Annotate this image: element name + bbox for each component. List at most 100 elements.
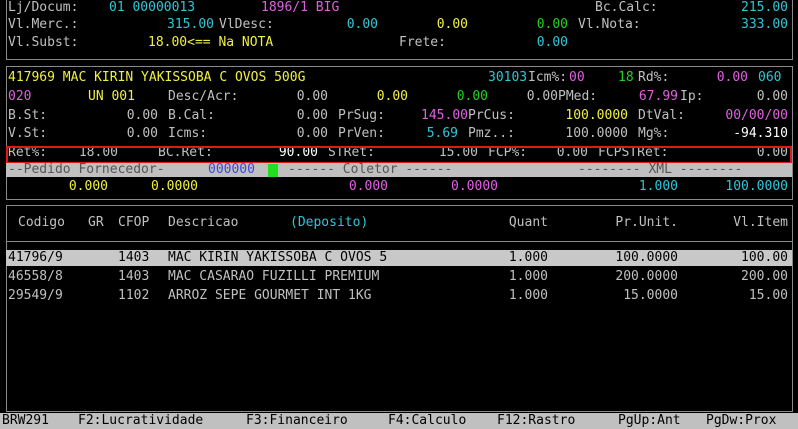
desc-acr-label: Desc/Acr:: [168, 89, 239, 104]
desc-acr-value-2: 0.00: [376, 89, 408, 104]
prven-label: PrVen:: [338, 126, 385, 141]
item-line-1: 417969 MAC KIRIN YAKISSOBA C OVOS 500G 3…: [0, 70, 798, 86]
coletor-value-1: 0.000: [348, 179, 388, 194]
bst-value: 0.00: [126, 108, 158, 123]
row-vl-item: 15.00: [748, 288, 788, 303]
vl-subst-label: Vl.Subst:: [8, 35, 79, 50]
pmed-label: PMed:: [558, 89, 598, 104]
prven-value: 5.69: [426, 126, 458, 141]
vst-value: 0.00: [126, 126, 158, 141]
item-unit: UN 001: [88, 89, 135, 104]
prsug-value: 145.00: [421, 108, 468, 123]
row-quant: 1.000: [508, 288, 548, 303]
mg-label: Mg%:: [638, 126, 670, 141]
item-trail-code: 060: [758, 70, 782, 85]
bcal-value: 0.00: [296, 108, 328, 123]
pgup-prev-key[interactable]: PgUp:Ant: [618, 413, 681, 429]
lj-docum-label: Lj/Docum:: [8, 0, 79, 15]
item-ncm: 30103: [488, 70, 528, 85]
vst-label: V.St:: [8, 126, 48, 141]
mg-value: -94.310: [733, 126, 788, 141]
frete-label: Frete:: [399, 35, 446, 50]
program-id: BRW291: [2, 413, 49, 428]
col-quant[interactable]: Quant: [468, 215, 548, 231]
row-vl-item: 200.00: [741, 269, 788, 284]
xml-value-1: 1.000: [638, 179, 678, 194]
table-row[interactable]: 41796/9 1403 MAC KIRIN YAKISSOBA C OVOS …: [0, 250, 798, 266]
f12-rastro-key[interactable]: F12:Rastro: [497, 413, 575, 429]
item-line-2: 020 UN 001 Desc/Acr: 0.00 0.00 0.00 0.00…: [0, 89, 798, 105]
pedido-value-2: 0.0000: [151, 179, 198, 194]
f2-lucratividade-key[interactable]: F2:Lucratividade: [78, 413, 203, 429]
bcal-label: B.Cal:: [168, 108, 215, 123]
desc-acr-value-4: 0.00: [526, 89, 558, 104]
vl-desc-value: 0.00: [346, 17, 378, 32]
item-line-4: V.St: 0.00 Icms: 0.00 PrVen: 5.69 Pmz..:…: [0, 126, 798, 142]
table-header: Codigo GR CFOP Descricao (Deposito) Quan…: [0, 215, 798, 231]
row-quant: 1.000: [508, 250, 548, 265]
dtval-label: DtVal:: [638, 108, 685, 123]
col-pr-unit[interactable]: Pr.Unit.: [578, 215, 678, 231]
row-pr-unit: 100.0000: [615, 250, 678, 265]
row-codigo: 46558/8: [8, 269, 63, 284]
table-row[interactable]: 29549/9 1102 ARROZ SEPE GOURMET INT 1KG …: [0, 288, 798, 304]
row-pr-unit: 200.0000: [615, 269, 678, 284]
row-descricao: MAC KIRIN YAKISSOBA C OVOS 5: [168, 250, 388, 265]
row-descricao: MAC CASARAO FUZILLI PREMIUM: [168, 269, 380, 284]
col-codigo[interactable]: Codigo: [18, 215, 65, 231]
row-descricao: ARROZ SEPE GOURMET INT 1KG: [168, 288, 372, 303]
vl-merc-value: 315.00: [167, 17, 214, 32]
pgdw-next-key[interactable]: PgDw:Prox: [706, 413, 776, 429]
row-codigo: 41796/9: [8, 250, 63, 265]
f3-financeiro-key[interactable]: F3:Financeiro: [246, 413, 348, 429]
row-cfop: 1403: [118, 269, 150, 284]
prcus-label: PrCus:: [468, 108, 515, 123]
col-descricao[interactable]: Descricao: [168, 215, 238, 231]
col-gr[interactable]: GR: [88, 215, 104, 231]
vl-desc-value-2: 0.00: [436, 17, 468, 32]
bc-calc-value: 215.00: [741, 0, 788, 15]
vl-desc-label: VlDesc:: [219, 17, 274, 32]
row-cfop: 1403: [118, 250, 150, 265]
rd-label: Rd%:: [638, 70, 670, 85]
pedido-value-1: 0.000: [68, 179, 108, 194]
item-code-description: 417969 MAC KIRIN YAKISSOBA C OVOS 500G: [8, 70, 306, 85]
bc-calc-label: Bc.Calc:: [595, 0, 658, 15]
xml-value-2: 100.0000: [725, 179, 788, 194]
function-key-bar: BRW291 F2:Lucratividade F3:Financeiro F4…: [0, 413, 798, 429]
row-pr-unit: 15.0000: [623, 288, 678, 303]
prsug-label: PrSug:: [338, 108, 385, 123]
row-cfop: 1102: [118, 288, 150, 303]
lj-docum-value: 01 00000013: [109, 0, 196, 15]
frete-value: 0.00: [536, 35, 568, 50]
item-cst: 020: [8, 89, 32, 104]
col-cfop[interactable]: CFOP: [118, 215, 149, 231]
icm-value: 00: [569, 70, 585, 85]
table-row[interactable]: 46558/8 1403 MAC CASARAO FUZILLI PREMIUM…: [0, 269, 798, 285]
col-vl-item[interactable]: Vl.Item: [700, 215, 788, 231]
vl-nota-label: Vl.Nota:: [578, 17, 641, 32]
section-bar-values: 0.000 0.0000 0.000 0.0000 1.000 100.0000: [0, 179, 798, 195]
dtval-value: 00/00/00: [725, 108, 788, 123]
pedido-code: 000000: [208, 162, 255, 177]
pmed-value: 67.99: [638, 89, 678, 104]
pmz-value: 100.0000: [565, 126, 628, 141]
coletor-value-2: 0.0000: [451, 179, 498, 194]
pmz-label: Pmz..:: [468, 126, 515, 141]
col-deposito[interactable]: (Deposito): [290, 215, 368, 231]
bst-label: B.St:: [8, 108, 48, 123]
f4-calculo-key[interactable]: F4:Calculo: [388, 413, 466, 429]
table-frame: [6, 205, 793, 412]
header-line-3: Vl.Subst: 18.00<== Na NOTA Frete: 0.00: [0, 35, 798, 51]
item-line-3: B.St: 0.00 B.Cal: 0.00 PrSug: 145.00 PrC…: [0, 108, 798, 124]
section-bar-labels: --Pedido Fornecedor- 000000 ------ Colet…: [0, 162, 798, 178]
header-line-2: Vl.Merc.: 315.00 VlDesc: 0.00 0.00 0.00 …: [0, 17, 798, 33]
ip-value: 0.00: [756, 89, 788, 104]
prcus-value: 100.0000: [565, 108, 628, 123]
rd-prefix: 18: [618, 70, 634, 85]
row-codigo: 29549/9: [8, 288, 63, 303]
xml-label: -------- XML --------: [578, 162, 743, 177]
row-vl-item: 100.00: [741, 250, 788, 265]
desc-acr-value-3: 0.00: [456, 89, 488, 104]
header-line-1: Lj/Docum: 01 00000013 1896/1 BIG Bc.Calc…: [0, 0, 798, 16]
